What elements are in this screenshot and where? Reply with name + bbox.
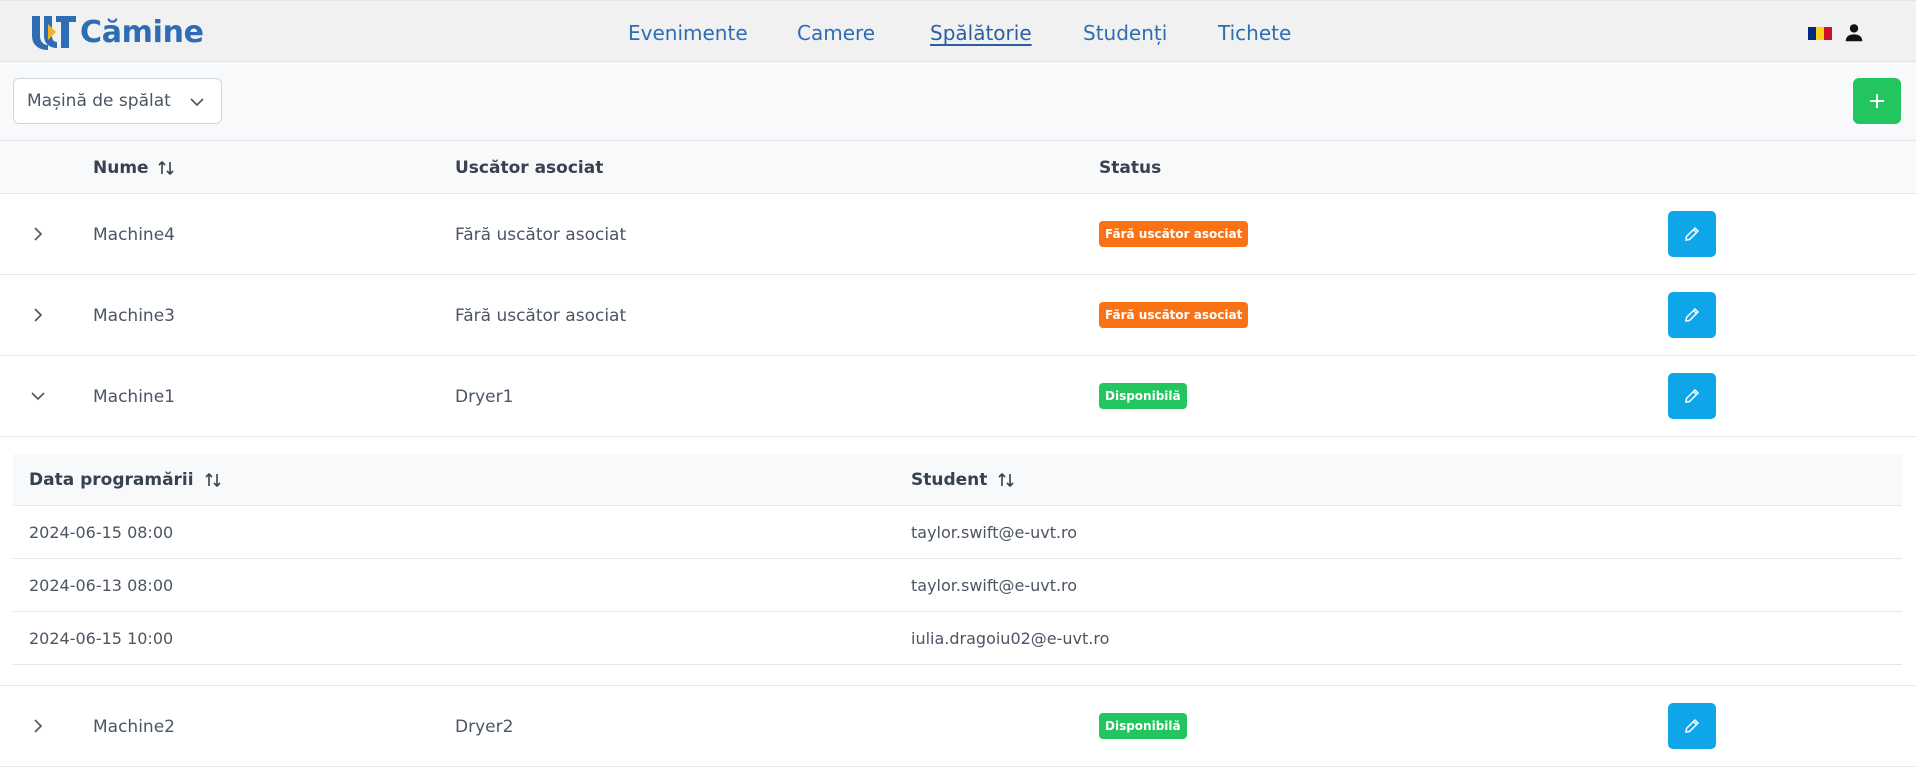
machine-dryer: Dryer2 (455, 717, 514, 737)
machine-name: Machine3 (93, 306, 175, 326)
pencil-icon (1685, 307, 1700, 322)
edit-button[interactable] (1668, 373, 1716, 419)
chevron-right-icon[interactable] (26, 222, 50, 246)
schedule-table-header: Data programării Student (13, 454, 1902, 506)
schedule-table: Data programării Student 2024-06-15 08:0… (13, 454, 1902, 665)
nav-evenimente[interactable]: Evenimente (628, 21, 748, 45)
romania-flag-icon[interactable] (1808, 27, 1832, 40)
table-header: Nume Uscător asociat Status (0, 141, 1916, 194)
table-row: Machine4 Fără uscător asociat Fără uscăt… (0, 194, 1916, 275)
machine-dryer: Fără uscător asociat (455, 225, 627, 245)
user-icon[interactable] (1843, 22, 1865, 44)
edit-button[interactable] (1668, 703, 1716, 749)
edit-button[interactable] (1668, 211, 1716, 257)
toolbar: Mașină de spălat (0, 62, 1916, 141)
sort-icon (998, 472, 1014, 488)
nav-spalatorie[interactable]: Spălătorie (930, 21, 1032, 45)
schedule-student: iulia.dragoiu02@e-uvt.ro (911, 629, 1110, 648)
status-badge: Fără uscător asociat (1099, 302, 1249, 328)
status-badge: Disponibilă (1099, 713, 1187, 739)
app-title: Cămine (80, 14, 204, 50)
schedule-row: 2024-06-13 08:00 taylor.swift@e-uvt.ro (13, 559, 1902, 612)
machine-dryer: Fără uscător asociat (455, 306, 627, 326)
pencil-icon (1685, 718, 1700, 733)
table-row: Machine3 Fără uscător asociat Fără uscăt… (0, 275, 1916, 356)
status-badge: Fără uscător asociat (1099, 221, 1249, 247)
table-row: Machine2 Dryer2 Disponibilă (0, 686, 1916, 767)
column-header-name[interactable]: Nume (93, 158, 175, 178)
column-header-status: Status (1099, 158, 1161, 178)
column-header-student[interactable]: Student (911, 470, 1015, 490)
column-header-dryer: Uscător asociat (455, 158, 603, 178)
column-header-date-label: Data programării (29, 470, 194, 490)
chevron-right-icon[interactable] (26, 714, 50, 738)
column-header-name-label: Nume (93, 158, 149, 178)
column-header-date[interactable]: Data programării (29, 470, 222, 490)
column-header-dryer-label: Uscător asociat (455, 158, 604, 178)
plus-icon (1870, 94, 1884, 108)
chevron-down-icon[interactable] (26, 384, 50, 408)
table-row: Machine1 Dryer1 Disponibilă (0, 356, 1916, 437)
row-expansion: Data programării Student 2024-06-15 08:0… (0, 437, 1916, 686)
machine-type-select-value: Mașină de spălat (27, 91, 171, 111)
machine-name: Machine4 (93, 225, 175, 245)
brand-logo[interactable]: Cămine (30, 14, 204, 50)
pencil-icon (1685, 388, 1700, 403)
column-header-student-label: Student (911, 470, 988, 490)
schedule-row: 2024-06-15 08:00 taylor.swift@e-uvt.ro (13, 506, 1902, 559)
machine-dryer: Dryer1 (455, 387, 514, 407)
machine-name: Machine2 (93, 717, 175, 737)
edit-button[interactable] (1668, 292, 1716, 338)
schedule-date: 2024-06-15 10:00 (29, 629, 174, 648)
machine-type-select[interactable]: Mașină de spălat (13, 78, 222, 124)
top-navbar: Cămine Evenimente Camere Spălătorie Stud… (0, 0, 1916, 62)
nav-camere[interactable]: Camere (797, 21, 875, 45)
column-header-status-label: Status (1099, 158, 1162, 178)
schedule-date: 2024-06-13 08:00 (29, 576, 174, 595)
machines-table: Nume Uscător asociat Status Machine4 Făr… (0, 141, 1916, 767)
add-button[interactable] (1853, 78, 1901, 124)
uvt-logo-icon (32, 16, 76, 50)
schedule-row: 2024-06-15 10:00 iulia.dragoiu02@e-uvt.r… (13, 612, 1902, 665)
sort-icon (158, 160, 174, 176)
machine-name: Machine1 (93, 387, 175, 407)
schedule-student: taylor.swift@e-uvt.ro (911, 523, 1078, 542)
schedule-student: taylor.swift@e-uvt.ro (911, 576, 1078, 595)
nav-studenti[interactable]: Studenți (1083, 21, 1167, 45)
chevron-down-icon (190, 98, 204, 107)
status-badge: Disponibilă (1099, 383, 1187, 409)
sort-icon (205, 472, 221, 488)
pencil-icon (1685, 226, 1700, 241)
schedule-date: 2024-06-15 08:00 (29, 523, 174, 542)
nav-tichete[interactable]: Tichete (1218, 21, 1291, 45)
chevron-right-icon[interactable] (26, 303, 50, 327)
